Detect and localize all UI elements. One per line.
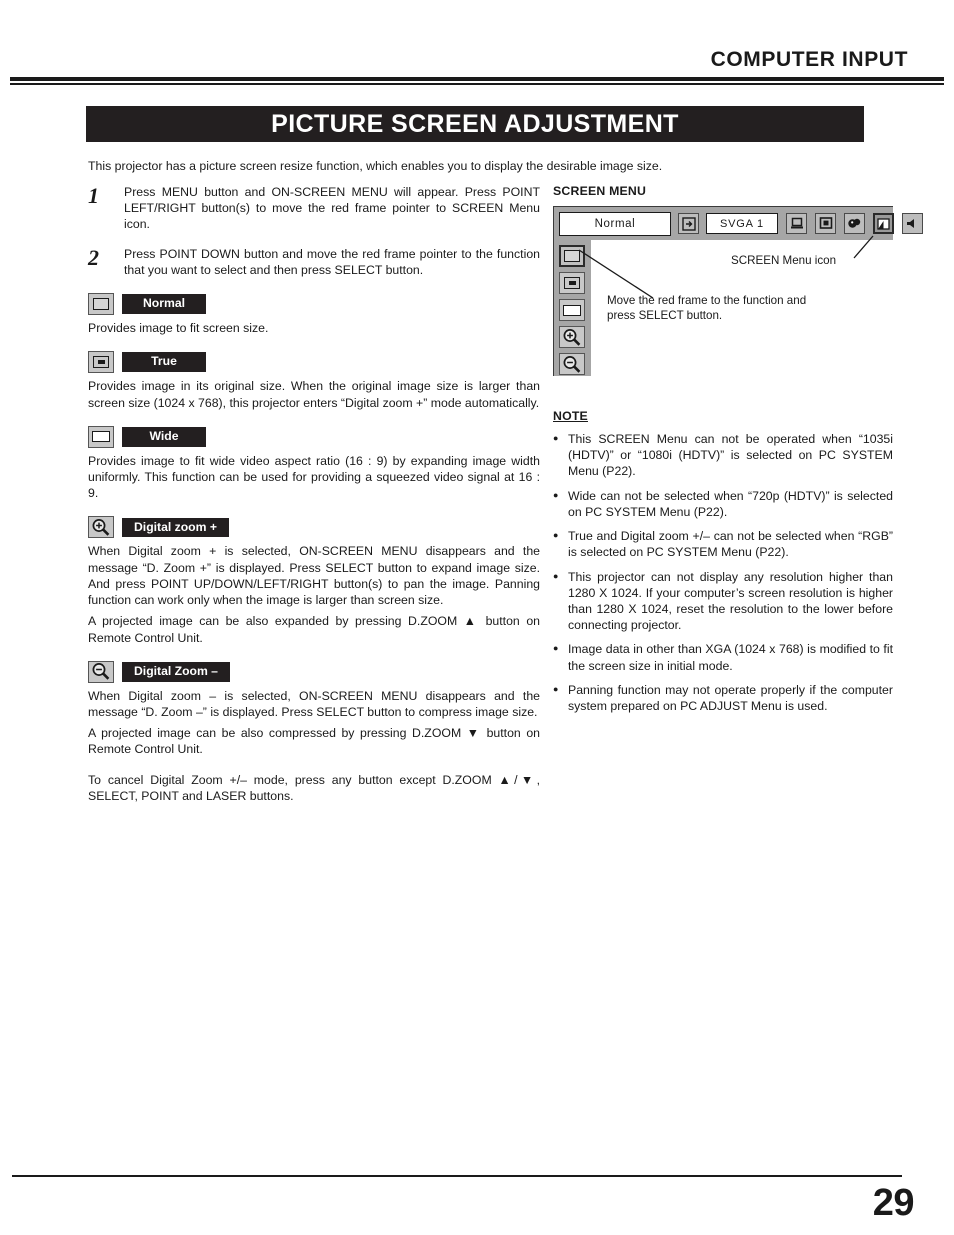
cancel-instruction-text: To cancel Digital Zoom +/– mode, press a… [88, 772, 540, 803]
note-item: ● Panning function may not operate prope… [553, 682, 893, 714]
screen-menu-title: SCREEN MENU [553, 184, 647, 198]
callout-move-line1: Move the red frame to the function and [607, 294, 807, 307]
function-normal-label: Normal [122, 294, 206, 314]
function-wide-label: Wide [122, 426, 206, 447]
note-title: NOTE [553, 409, 588, 423]
step-1: 1 Press MENU button and ON-SCREEN MENU w… [88, 184, 540, 233]
submenu-zoom-out-icon[interactable] [559, 353, 585, 375]
submenu-wide-screen-icon[interactable] [559, 299, 585, 321]
function-true: True Provides image in its original size… [88, 351, 540, 410]
function-normal-text: Provides image to fit screen size. [88, 321, 269, 336]
function-normal: Normal Provides image to fit screen size… [88, 293, 540, 336]
wide-screen-icon [88, 425, 114, 448]
function-digital-zoom-in-header: Digital zoom + [88, 516, 540, 539]
function-wide: Wide Provides image to fit wide video as… [88, 425, 540, 502]
function-digital-zoom-in: Digital zoom + When Digital zoom + is se… [88, 516, 540, 645]
note-item: ● Wide can not be selected when “720p (H… [553, 488, 893, 520]
note-item: ● True and Digital zoom +/– can not be s… [553, 528, 893, 560]
page-number: 29 [872, 1182, 915, 1224]
function-wide-header: Wide [88, 425, 540, 448]
step-2-text: Press POINT DOWN button and move the red… [124, 246, 540, 277]
zoom-out-icon [88, 660, 114, 683]
osd-menu-bar: Normal SVGA 1 [553, 206, 923, 240]
function-digital-zoom-in-label: Digital zoom + [122, 517, 229, 538]
zoom-in-icon [88, 516, 114, 539]
callout-screen-menu-icon: SCREEN Menu icon [731, 254, 837, 267]
function-digital-zoom-out: Digital Zoom – When Digital zoom – is se… [88, 660, 540, 758]
footer-rule [12, 1175, 902, 1177]
function-digital-zoom-in-text2: A projected image can be also expanded b… [88, 614, 540, 645]
osd-selected-value: Normal [559, 212, 671, 236]
bullet-icon: ● [553, 570, 559, 581]
bullet-icon: ● [553, 683, 559, 694]
note-text: True and Digital zoom +/– can not be sel… [568, 529, 893, 560]
note-text: Image data in other than XGA (1024 x 768… [568, 642, 893, 673]
note-item: ● Image data in other than XGA (1024 x 7… [553, 641, 893, 673]
step-2: 2 Press POINT DOWN button and move the r… [88, 246, 540, 278]
submenu-zoom-in-icon[interactable] [559, 326, 585, 348]
osd-submenu-column [553, 240, 591, 376]
left-column: 1 Press MENU button and ON-SCREEN MENU w… [88, 184, 540, 804]
page-header-title: COMPUTER INPUT [710, 48, 908, 71]
function-true-label: True [122, 352, 206, 373]
screen-menu-diagram: Normal SVGA 1 SCREEN Menu icon Move the … [553, 206, 923, 381]
header-rule-thick [10, 77, 944, 81]
note-text: Wide can not be selected when “720p (HDT… [568, 488, 893, 519]
function-digital-zoom-out-text: When Digital zoom – is selected, ON-SCRE… [88, 688, 540, 719]
note-text: This SCREEN Menu can not be operated whe… [568, 432, 893, 479]
step-2-number: 2 [88, 244, 99, 270]
document-page: COMPUTER INPUT PICTURE SCREEN ADJUSTMENT… [0, 0, 954, 1235]
section-title: PICTURE SCREEN ADJUSTMENT [271, 109, 679, 138]
screen-icon[interactable] [873, 213, 894, 234]
submenu-normal-screen-icon[interactable] [559, 245, 585, 267]
function-normal-header: Normal [88, 293, 540, 316]
header-rule-thin [10, 83, 944, 85]
function-digital-zoom-out-text2: A projected image can be also compressed… [88, 726, 540, 757]
normal-screen-icon [88, 293, 114, 316]
bullet-icon: ● [553, 643, 559, 654]
step-1-text: Press MENU button and ON-SCREEN MENU wil… [124, 185, 540, 232]
sound-icon[interactable] [902, 213, 923, 234]
image-select-icon[interactable] [815, 213, 836, 234]
function-true-header: True [88, 351, 540, 374]
right-column: SCREEN MENU Normal SVGA 1 SCREEN Menu ic… [553, 184, 923, 714]
function-true-text: Provides image in its original size. Whe… [88, 379, 540, 410]
bullet-icon: ● [553, 530, 559, 541]
true-screen-icon [88, 351, 114, 374]
osd-system-value: SVGA 1 [706, 213, 778, 234]
intro-paragraph: This projector has a picture screen resi… [88, 159, 663, 173]
input-source-icon[interactable] [678, 213, 699, 234]
function-digital-zoom-in-text: When Digital zoom + is selected, ON-SCRE… [88, 544, 540, 608]
bullet-icon: ● [553, 489, 559, 500]
bullet-icon: ● [553, 433, 559, 443]
function-digital-zoom-out-header: Digital Zoom – [88, 660, 540, 683]
submenu-true-screen-icon[interactable] [559, 272, 585, 294]
callout-move-red-frame: Move the red frame to the function and p… [607, 294, 806, 324]
function-digital-zoom-out-label: Digital Zoom – [122, 661, 230, 682]
function-wide-text: Provides image to fit wide video aspect … [88, 453, 540, 501]
note-item: ● This SCREEN Menu can not be operated w… [553, 431, 893, 480]
note-text: Panning function may not operate properl… [568, 682, 893, 714]
callout-move-line2: press SELECT button. [607, 308, 723, 322]
pc-system-icon[interactable] [786, 213, 807, 234]
step-1-number: 1 [88, 183, 99, 208]
note-text: This projector can not display any resol… [568, 569, 893, 633]
note-item: ● This projector can not display any res… [553, 569, 893, 634]
section-banner: PICTURE SCREEN ADJUSTMENT [86, 106, 864, 142]
image-adjust-icon[interactable] [844, 213, 865, 234]
